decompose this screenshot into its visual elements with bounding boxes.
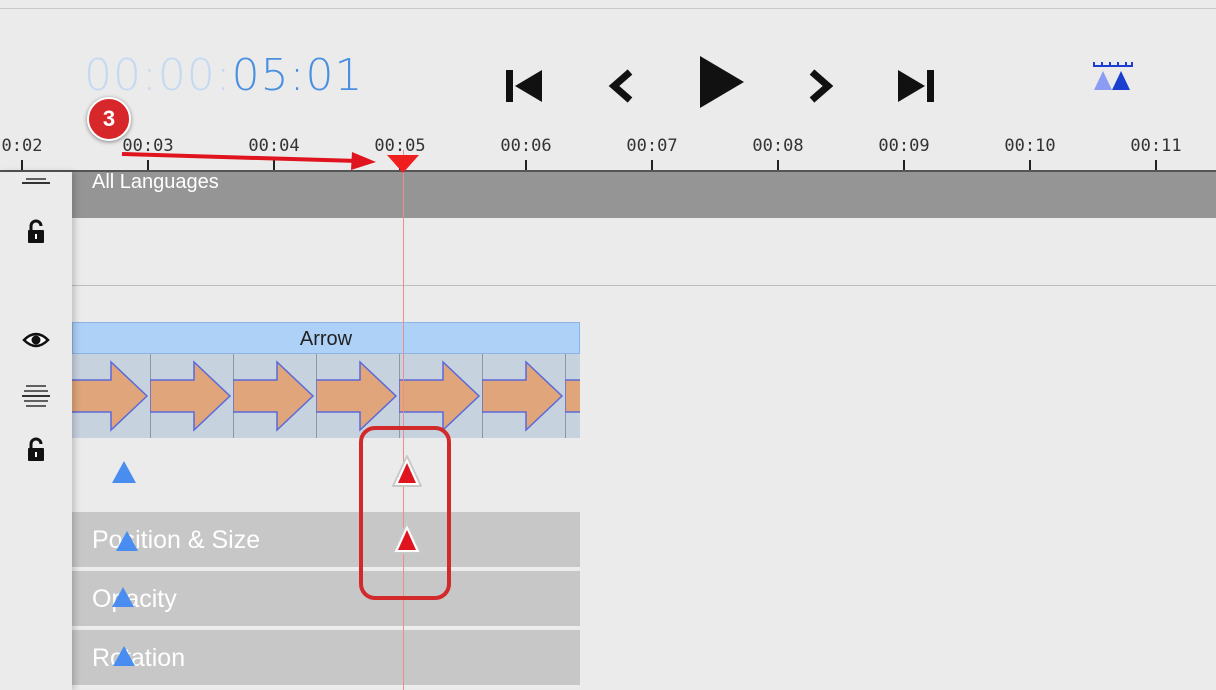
- clip-title: Arrow: [299, 328, 353, 350]
- ruler-tick-label: 00:09: [878, 136, 930, 156]
- timeline-zoom-button[interactable]: [1088, 60, 1138, 94]
- step-back-button[interactable]: [596, 58, 652, 114]
- clip-thumbnail-arrow-icon: [72, 360, 149, 432]
- clip-thumbnail-arrow-icon: [233, 360, 315, 432]
- timecode-display: 00:00:05:01: [84, 50, 363, 101]
- step-back-icon: [608, 69, 633, 103]
- ruler-tick-label: 00:10: [1004, 136, 1056, 156]
- keyframe-blue-icon[interactable]: [110, 459, 138, 485]
- step-forward-button[interactable]: [790, 58, 846, 114]
- ruler-tick-label: 00:08: [752, 136, 804, 156]
- clip-thumbnail-arrow-icon: [150, 360, 232, 432]
- visibility-eye-icon[interactable]: [22, 326, 50, 354]
- lock-open-icon[interactable]: [22, 436, 50, 464]
- drag-handle-icon[interactable]: [22, 382, 50, 410]
- highlight-callout-box: [359, 426, 451, 600]
- skip-to-end-button[interactable]: [886, 58, 942, 114]
- playhead-line: [403, 150, 404, 690]
- track-controls-gutter: [0, 172, 72, 690]
- language-track[interactable]: All Languages: [72, 171, 1216, 218]
- ruler-tick-label: 00:06: [500, 136, 552, 156]
- clip-header[interactable]: Arrow: [72, 322, 580, 354]
- clip-thumbnail-arrow-icon: [482, 360, 564, 432]
- skip-to-start-icon: [506, 70, 542, 102]
- timecode-current: 05:01: [231, 50, 364, 101]
- annotation-arrow-icon: [121, 152, 376, 170]
- language-track-label: All Languages: [92, 171, 219, 193]
- playhead-marker-icon[interactable]: [385, 154, 421, 174]
- ruler-tick-label: 00:05: [374, 136, 426, 156]
- lock-open-icon[interactable]: [22, 218, 50, 246]
- drag-handle-icon[interactable]: [22, 168, 50, 196]
- ruler-tick-label: 0:02: [1, 136, 43, 156]
- keyframe-blue-icon[interactable]: [111, 644, 137, 668]
- skip-to-end-icon: [898, 70, 934, 102]
- ruler-tick-label: 00:07: [626, 136, 678, 156]
- timeline-zoom-icon: [1093, 62, 1133, 90]
- property-row-position-size[interactable]: Position & Size: [72, 512, 580, 569]
- ruler-tick-label: 00:11: [1130, 136, 1182, 156]
- play-icon: [700, 56, 744, 108]
- play-button[interactable]: [690, 50, 754, 114]
- property-row-rotation[interactable]: Rotation: [72, 630, 580, 687]
- clip-thumbnail-strip[interactable]: [72, 354, 580, 438]
- top-divider: [0, 8, 1216, 9]
- step-number-badge: 3: [87, 97, 131, 141]
- property-row-opacity[interactable]: Opacity: [72, 571, 580, 628]
- keyframe-blue-icon[interactable]: [110, 585, 136, 609]
- clip-thumbnail-arrow-icon: [565, 379, 580, 413]
- step-forward-icon: [809, 69, 834, 103]
- track-separator: [0, 285, 1216, 286]
- timecode-prefix: 00:00:: [84, 50, 232, 101]
- skip-to-start-button[interactable]: [498, 58, 554, 114]
- keyframe-blue-icon[interactable]: [114, 529, 140, 553]
- property-label-rotation: Rotation: [92, 644, 186, 672]
